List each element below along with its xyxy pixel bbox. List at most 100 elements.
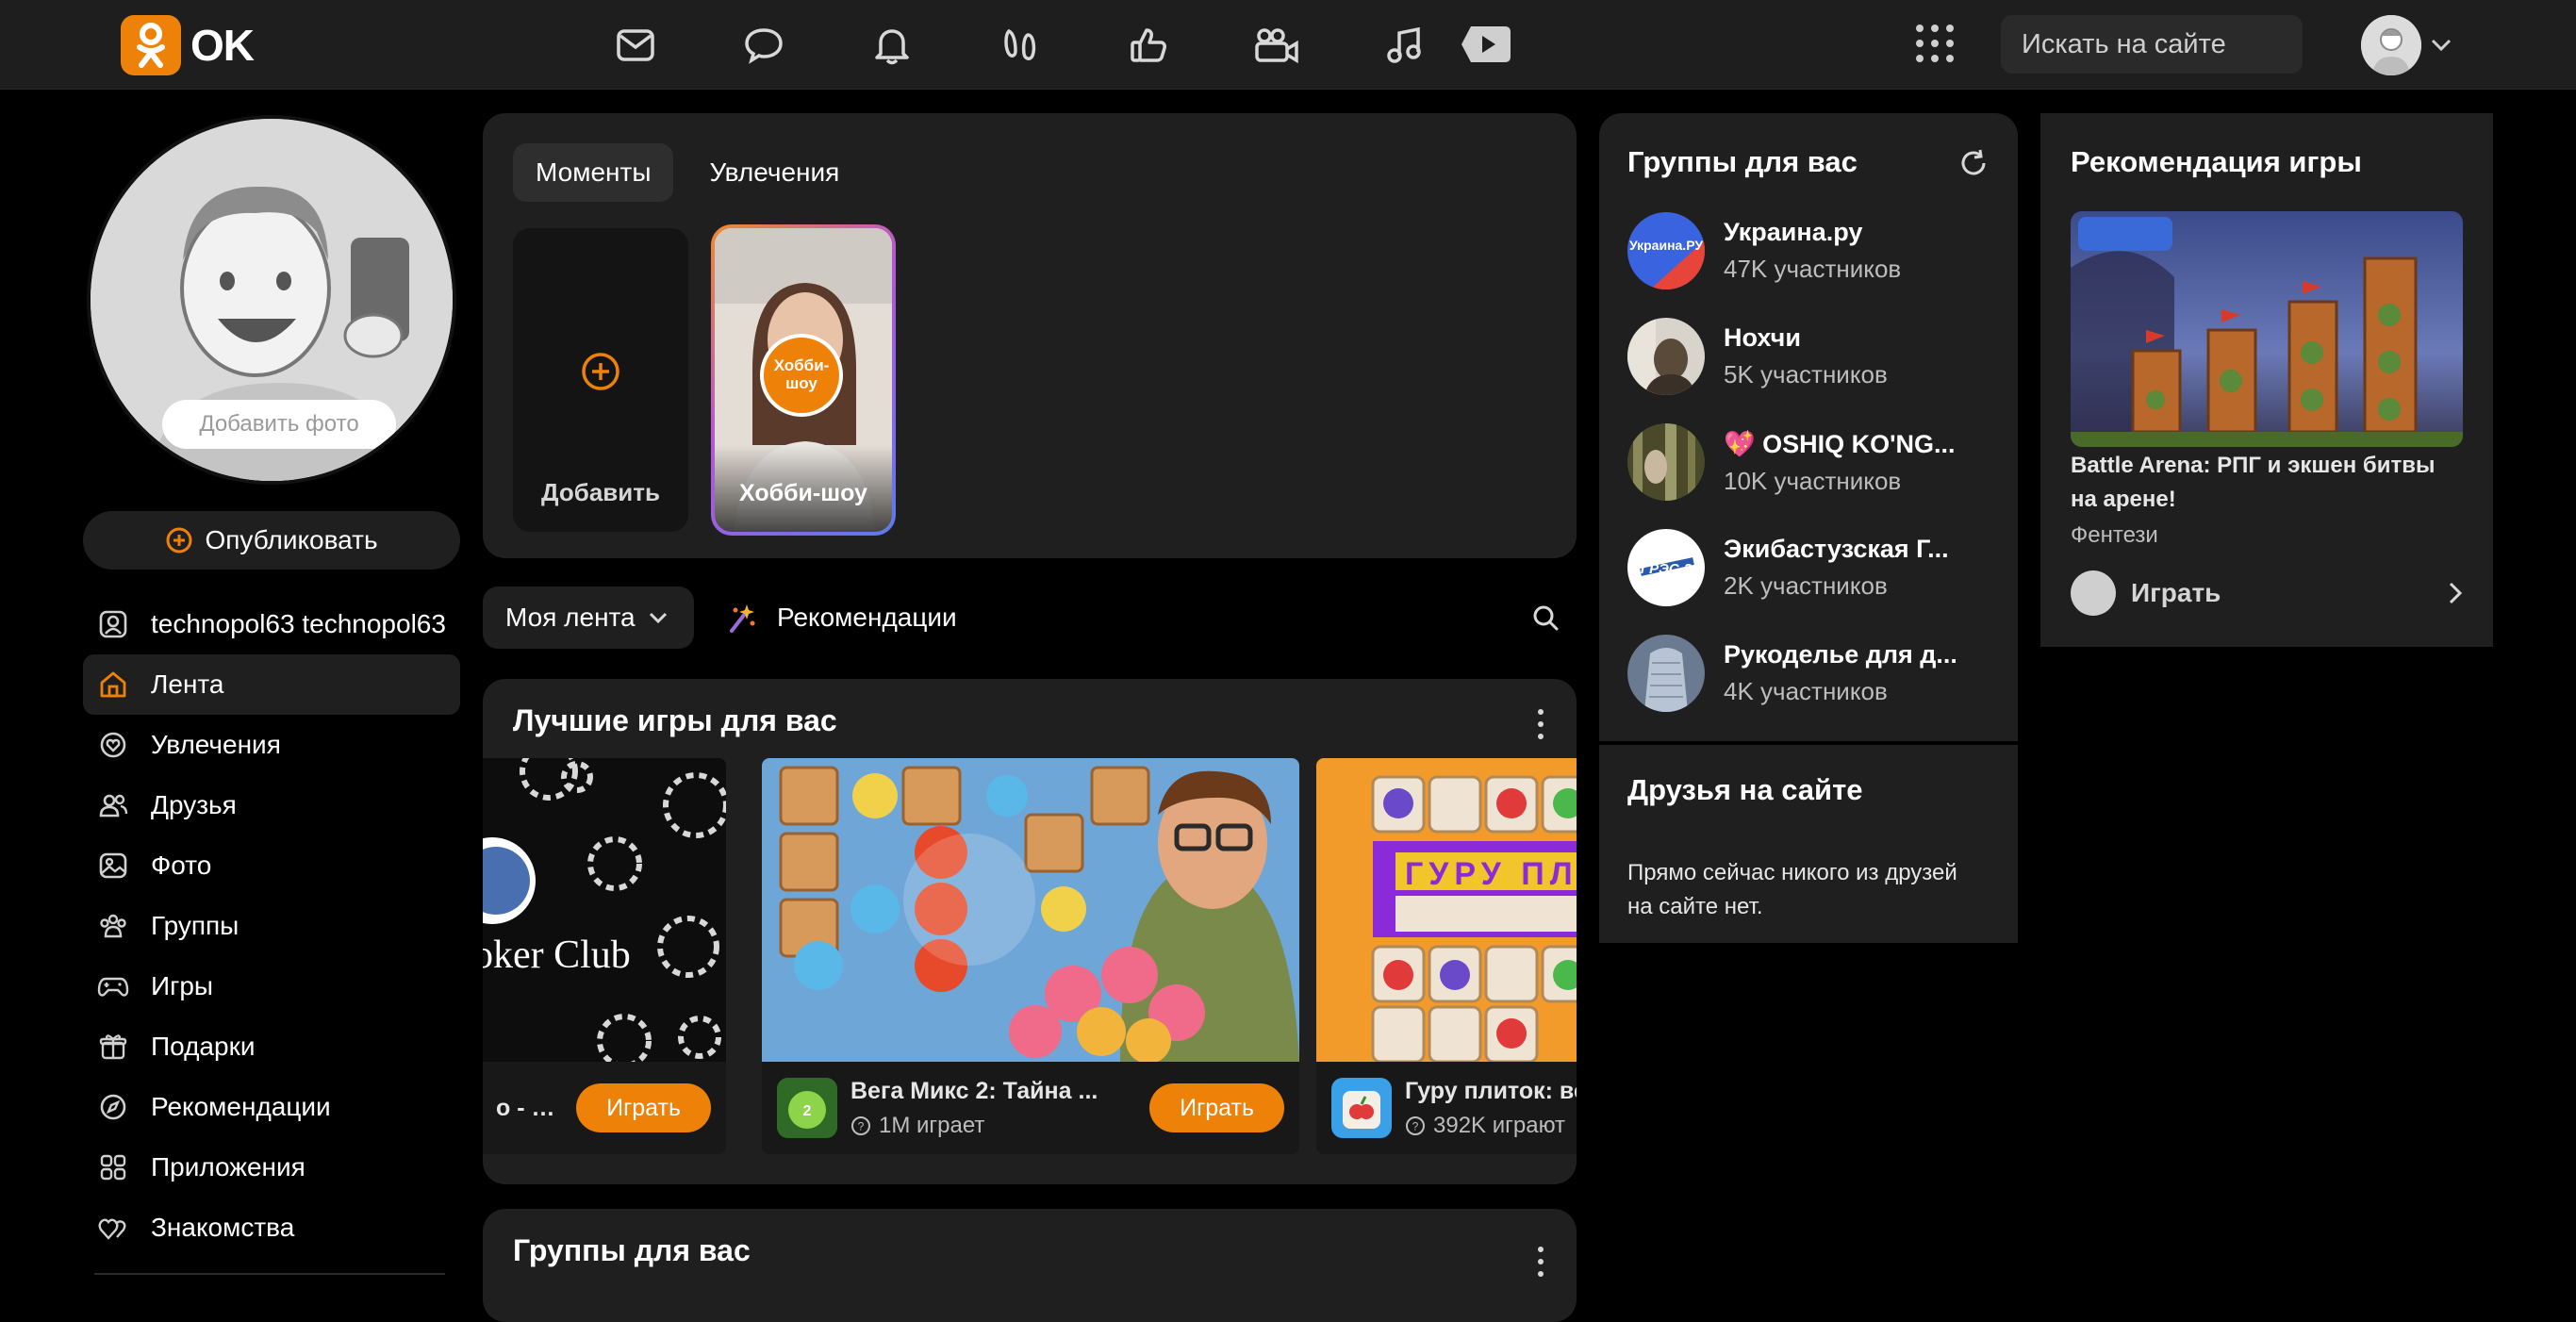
play-icon[interactable] <box>1460 23 1512 66</box>
group-name: 💖 OSHIQ KO'NG... <box>1724 429 1956 458</box>
sidebar-item-gifts[interactable]: Подарки <box>83 1016 460 1077</box>
sidebar-item-profile[interactable]: technopol63 technopol63 <box>83 594 460 654</box>
like-icon[interactable] <box>1116 19 1181 72</box>
game-players-count: 1M играет <box>879 1112 985 1138</box>
dating-icon <box>96 1211 130 1245</box>
sidebar-item-groups[interactable]: Группы <box>83 896 460 956</box>
guests-icon[interactable] <box>988 19 1052 72</box>
game-name: Гуру плиток: ве <box>1405 1077 1577 1104</box>
feed-selector[interactable]: Моя лента <box>483 587 694 649</box>
music-icon[interactable] <box>1373 19 1437 72</box>
story-image: Хобби-шоу Хобби-шоу <box>715 228 892 532</box>
mail-icon[interactable] <box>603 19 668 72</box>
compass-icon <box>96 1090 130 1124</box>
more-icon[interactable] <box>1537 709 1544 739</box>
game-players: ? 392K играют <box>1405 1113 1577 1139</box>
sidebar-item-photo[interactable]: Фото <box>83 835 460 896</box>
game-image-text: oker Club <box>483 934 631 977</box>
video-icon[interactable] <box>1245 19 1309 72</box>
sidebar-item-label: Подарки <box>151 1032 256 1061</box>
story-title: Хобби-шоу <box>739 480 867 506</box>
game-players-count: 392K играют <box>1433 1112 1566 1138</box>
sidebar-item-hobbies[interactable]: Увлечения <box>83 715 460 775</box>
group-count: 2K участников <box>1724 571 1888 600</box>
sidebar-item-recommendations[interactable]: Рекомендации <box>83 1077 460 1137</box>
sidebar-item-label: Увлечения <box>151 730 281 759</box>
panel-title: Группы для вас <box>1627 145 1858 178</box>
friends-online-title: Друзья на сайте <box>1627 773 1863 806</box>
chevron-down-icon <box>649 612 668 623</box>
group-item[interactable]: Рукоделье для д... 4K участников <box>1627 634 2005 713</box>
sidebar-item-dating[interactable]: Знакомства <box>83 1198 460 1258</box>
game-rec-name[interactable]: Battle Arena: РПГ и экшен битвы на арене… <box>2071 449 2463 517</box>
sidebar-item-friends[interactable]: Друзья <box>83 775 460 835</box>
chevron-down-icon[interactable] <box>2431 39 2452 52</box>
sidebar-item-label: Игры <box>151 971 214 1000</box>
sidebar-item-label: Лента <box>151 669 224 699</box>
gift-icon <box>96 1030 130 1064</box>
group-item[interactable]: Нохчи 5K участников <box>1627 317 2005 396</box>
photo-icon <box>96 849 130 883</box>
search-input[interactable] <box>2022 28 2377 60</box>
best-games-card: Лучшие игры для вас oker Club о - П... И… <box>483 679 1577 1184</box>
chat-icon[interactable] <box>732 19 796 72</box>
sidebar-item-games[interactable]: Игры <box>83 956 460 1016</box>
group-count: 10K участников <box>1724 466 1902 495</box>
game-card[interactable]: 2 Вега Микс 2: Тайна ... ? 1M играет Игр… <box>762 758 1299 1154</box>
game-rec-image[interactable] <box>2071 211 2463 447</box>
game-card[interactable]: ГУРУ ПЛИТ Гуру плиток: ве ? 392K играют <box>1316 758 1577 1154</box>
question-circle-icon: ? <box>1405 1115 1426 1136</box>
feed-selector-label: Моя лента <box>505 603 636 632</box>
play-button[interactable]: Играть <box>1149 1083 1284 1132</box>
friends-online-text: Прямо сейчас никого из друзей на сайте н… <box>1627 860 1957 919</box>
group-avatar: ГРЭС-2 <box>1627 529 1705 606</box>
group-item[interactable]: ГРЭС-2 Экибастузская Г... 2K участников <box>1627 528 2005 607</box>
group-count: 47K участников <box>1724 255 1902 283</box>
game-icon: 2 <box>777 1078 837 1138</box>
play-button[interactable]: Играть <box>576 1083 711 1132</box>
sidebar-item-label: Группы <box>151 911 239 940</box>
ok-logo-icon <box>121 15 181 75</box>
sidebar-item-label: Рекомендации <box>151 1092 331 1121</box>
add-moment-card[interactable]: Добавить <box>513 228 688 532</box>
group-item[interactable]: 💖 OSHIQ KO'NG... 10K участников <box>1627 422 2005 502</box>
friends-icon <box>96 788 130 822</box>
profile-photo[interactable]: Добавить фото <box>87 115 456 485</box>
panel-title: Рекомендация игры <box>2071 145 2362 178</box>
add-photo-button[interactable]: Добавить фото <box>162 400 396 449</box>
game-card[interactable]: oker Club о - П... Играть <box>483 758 726 1154</box>
recommendations-link[interactable]: Рекомендации <box>726 587 957 649</box>
ok-logo[interactable]: OK <box>121 15 255 75</box>
bell-icon[interactable] <box>860 19 924 72</box>
game-meta: Вега Микс 2: Тайна ... ? 1M играет <box>850 1078 1136 1139</box>
refresh-icon[interactable] <box>1957 147 1990 179</box>
groups-panel: Группы для вас Украина.РУ Украина.ру 47K… <box>1599 113 2018 943</box>
group-name: Нохчи <box>1724 323 1801 352</box>
search-icon[interactable] <box>1531 603 1560 632</box>
tab-hobbies[interactable]: Увлечения <box>686 143 862 202</box>
sidebar-item-feed[interactable]: Лента <box>83 654 460 715</box>
group-avatar-text: ГРЭС-2 <box>1641 561 1693 577</box>
story-badge: Хобби-шоу <box>760 334 843 417</box>
user-menu[interactable] <box>2361 15 2452 75</box>
moments-tabs: Моменты Увлечения <box>513 143 862 202</box>
sidebar-item-apps[interactable]: Приложения <box>83 1137 460 1198</box>
tab-moments[interactable]: Моменты <box>513 143 674 202</box>
apps-grid-icon[interactable] <box>1912 21 1957 66</box>
story-card[interactable]: Хобби-шоу Хобби-шоу <box>711 224 896 536</box>
sparkle-icon <box>726 603 756 633</box>
group-item[interactable]: Украина.РУ Украина.ру 47K участников <box>1627 211 2005 290</box>
add-moment-label: Добавить <box>541 478 660 506</box>
site-search[interactable] <box>2001 15 2404 74</box>
logo-text: OK <box>190 21 255 70</box>
avatar <box>2071 570 2116 616</box>
publish-label: Опубликовать <box>205 525 378 554</box>
game-image <box>762 758 1299 1062</box>
game-rec-play[interactable]: Играть <box>2071 570 2463 617</box>
group-avatar-text: Украина.РУ <box>1629 238 1703 253</box>
game-image: ГУРУ ПЛИТ <box>1316 758 1577 1062</box>
top-bar: OK <box>0 0 2576 90</box>
publish-button[interactable]: Опубликовать <box>83 511 460 570</box>
section-title: Группы для вас <box>513 1233 751 1267</box>
more-icon[interactable] <box>1537 1247 1544 1277</box>
